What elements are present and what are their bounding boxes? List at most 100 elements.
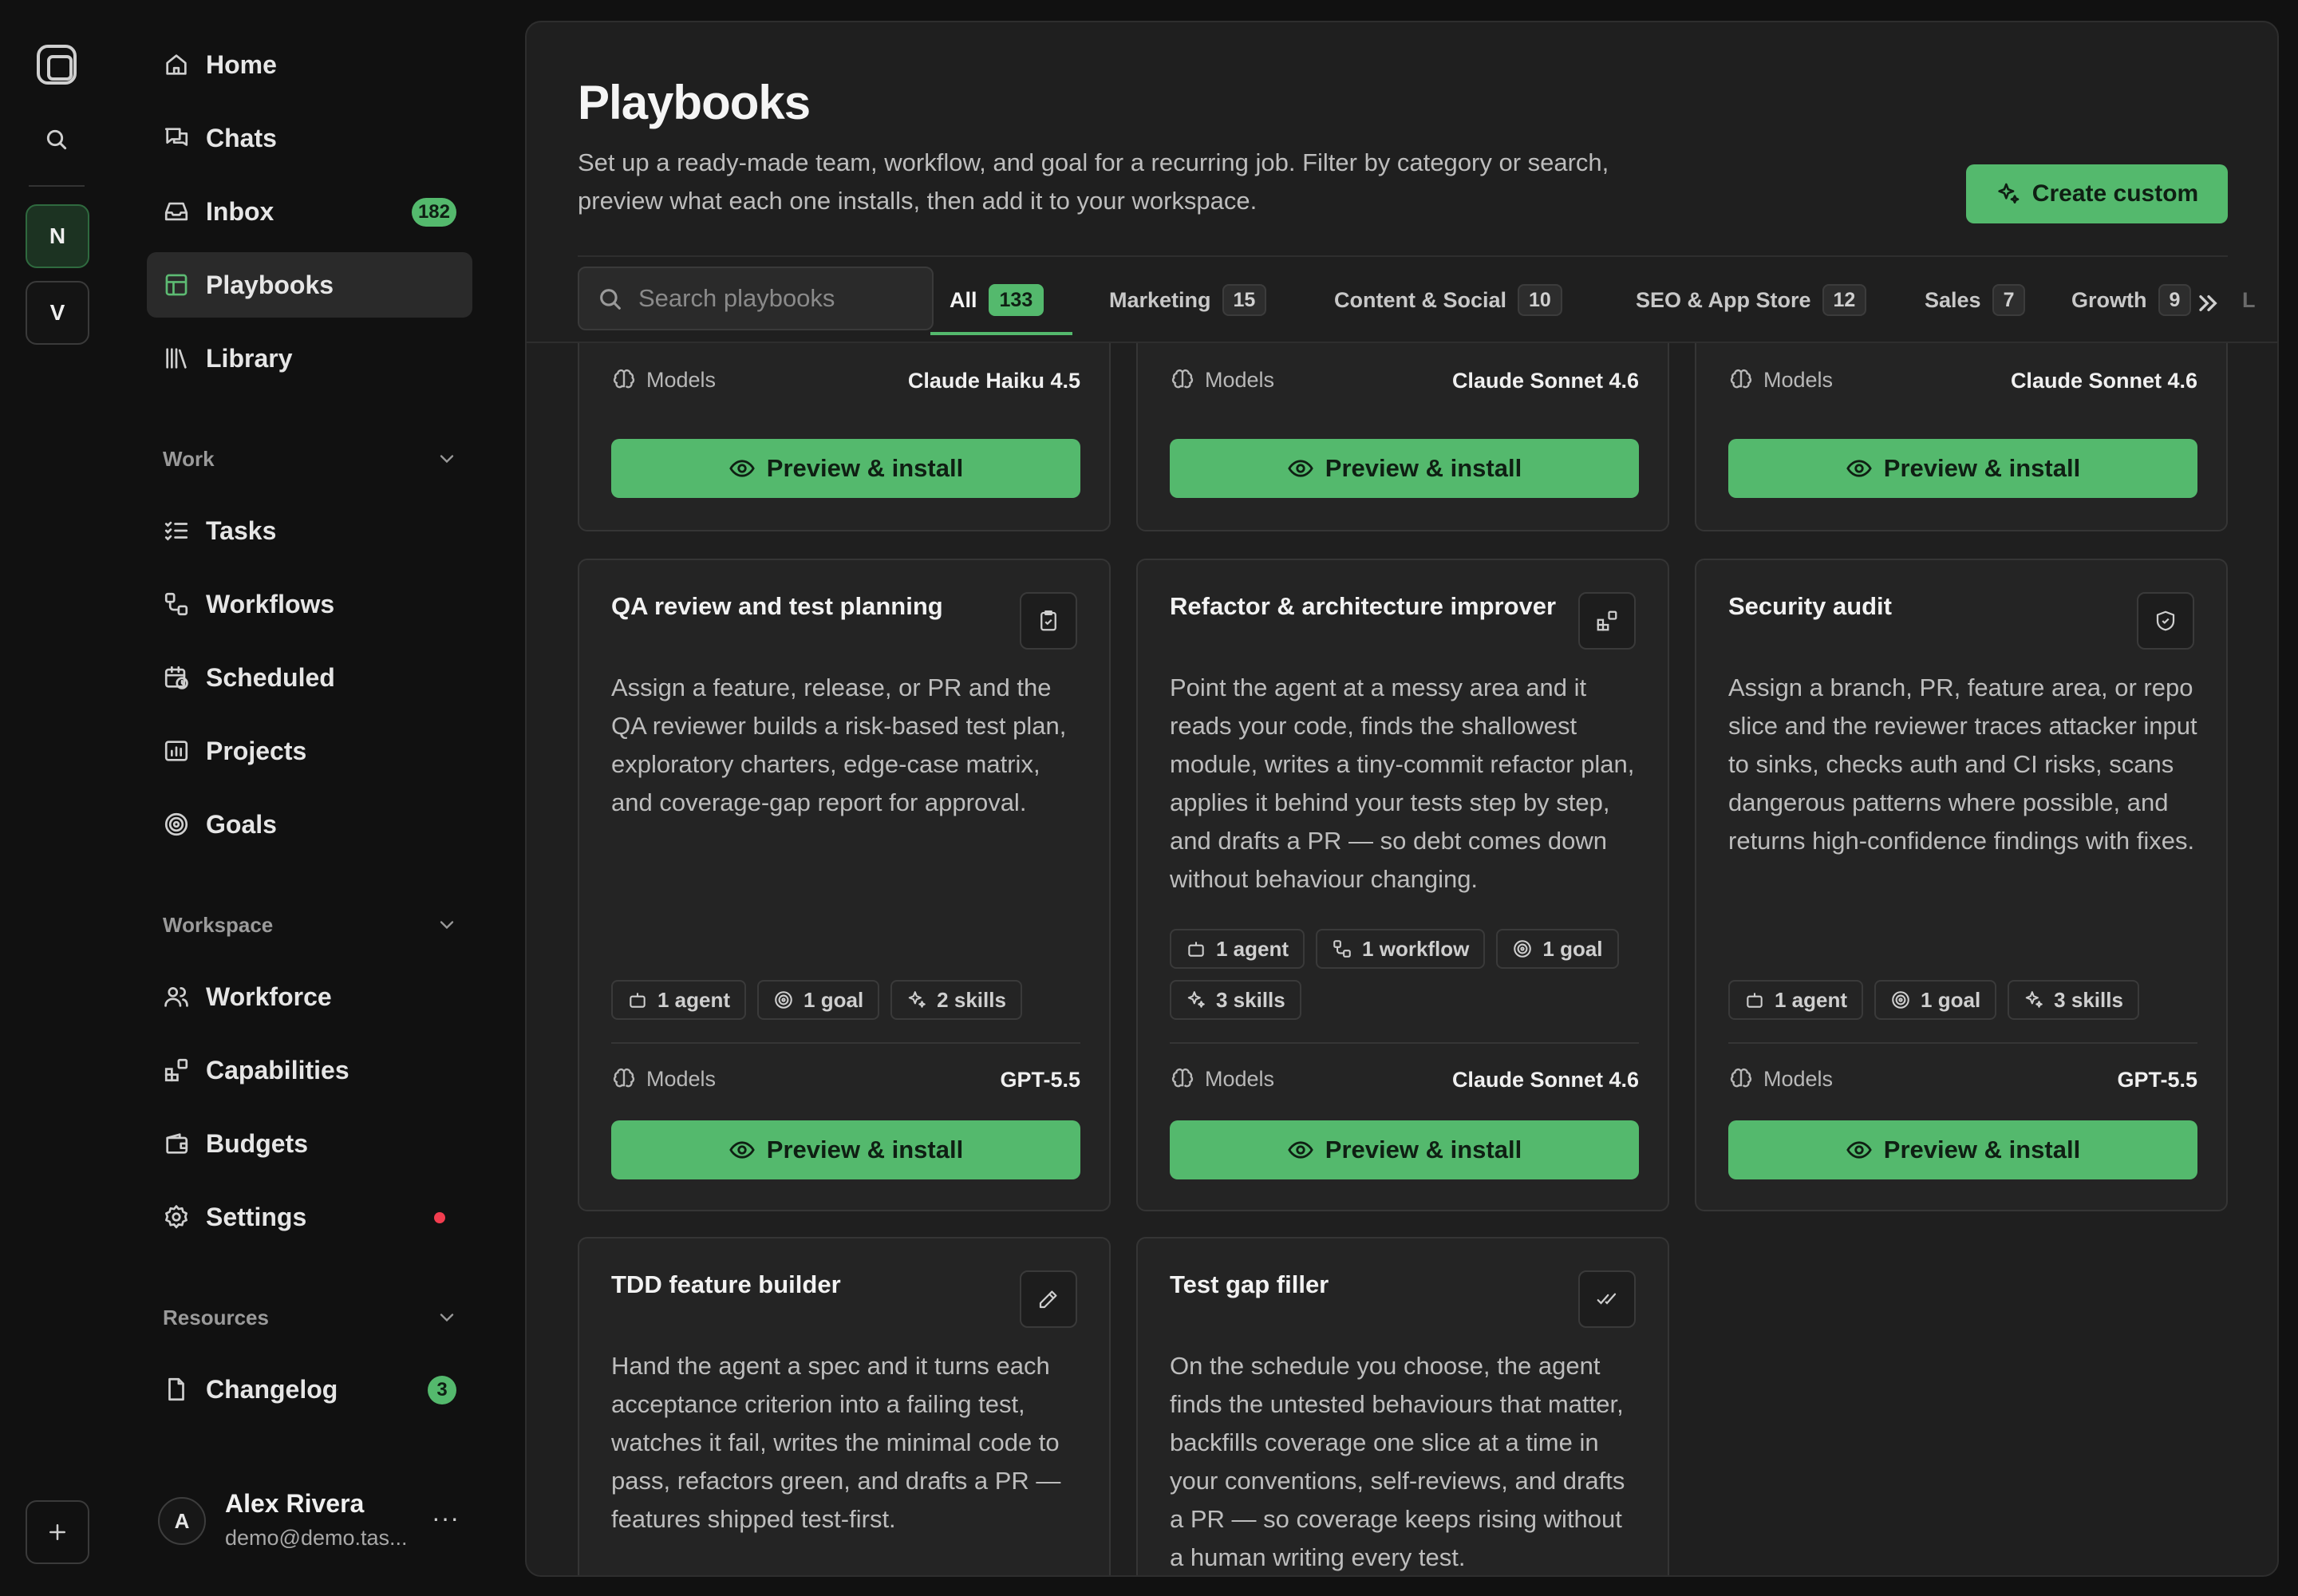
sparkles-icon	[908, 991, 926, 1008]
user-profile[interactable]: A Alex Rivera demo@demo.tas... ···	[147, 1484, 472, 1558]
card-description: On the schedule you choose, the agent fi…	[1170, 1352, 1625, 1571]
section-header-label: Work	[163, 446, 215, 471]
preview-install-label: Preview & install	[1325, 1136, 1522, 1163]
preview-install-button[interactable]: Preview & install	[611, 1120, 1080, 1179]
main-panel: Playbooks Set up a ready-made team, work…	[525, 21, 2279, 1577]
sidebar-item-settings[interactable]: Settings	[147, 1184, 472, 1250]
section-header-label: Resources	[163, 1305, 269, 1329]
workspace-rail: N V	[0, 0, 115, 1596]
playbook-grid: Models Claude Haiku 4.5 Preview & instal…	[527, 343, 2277, 1575]
inbox-count-badge: 182	[411, 198, 456, 227]
sidebar-item-label: Workforce	[206, 982, 332, 1011]
search-box[interactable]	[578, 267, 934, 330]
brain-icon	[1171, 369, 1194, 389]
tab-overflow-partial[interactable]: L	[2242, 267, 2256, 334]
sidebar: Home Chats Inbox 182 Playbooks Library W…	[147, 0, 472, 1596]
sidebar-item-workforce[interactable]: Workforce	[147, 964, 472, 1029]
models-row: Models GPT-5.5	[1728, 1065, 2197, 1096]
add-workspace-button[interactable]	[26, 1500, 89, 1564]
tab-label: Content & Social	[1334, 287, 1507, 312]
scroll-tabs-right-icon[interactable]	[2193, 287, 2225, 319]
sidebar-item-changelog[interactable]: Changelog 3	[147, 1357, 472, 1422]
sidebar-item-projects[interactable]: Projects	[147, 718, 472, 784]
models-label-text: Models	[1205, 367, 1275, 392]
sidebar-item-playbooks[interactable]: Playbooks	[147, 252, 472, 318]
sidebar-item-budgets[interactable]: Budgets	[147, 1111, 472, 1176]
tab-growth[interactable]: Growth 9	[2071, 267, 2192, 334]
card-divider	[1170, 1042, 1639, 1044]
sidebar-item-label: Playbooks	[206, 270, 334, 299]
workspace-switch-n[interactable]: N	[26, 204, 89, 268]
sidebar-item-home[interactable]: Home	[147, 32, 472, 97]
sidebar-item-scheduled[interactable]: Scheduled	[147, 645, 472, 710]
sidebar-item-label: Home	[206, 49, 277, 79]
workspace-switch-v[interactable]: V	[26, 281, 89, 345]
home-icon	[163, 51, 190, 78]
card-title: TDD feature builder	[611, 1270, 841, 1298]
tab-count: 15	[1222, 284, 1267, 316]
calendar-clock-icon	[163, 664, 190, 691]
chevron-down-icon	[436, 1306, 458, 1329]
playbook-card-qa-review: QA review and test planning Assign a fea…	[578, 559, 1111, 1211]
brain-icon	[1171, 1068, 1194, 1088]
search-icon[interactable]	[44, 127, 69, 152]
models-label: Models	[611, 367, 716, 393]
chip-agents: 1 agent	[611, 980, 747, 1020]
eye-icon	[729, 1141, 755, 1159]
sidebar-item-capabilities[interactable]: Capabilities	[147, 1037, 472, 1103]
chip-label: 1 agent	[657, 987, 731, 1012]
tab-seo-app-store[interactable]: SEO & App Store 12	[1636, 267, 1867, 334]
section-header-resources[interactable]: Resources	[163, 1302, 458, 1333]
eye-icon	[1288, 460, 1313, 477]
wallet-icon	[163, 1130, 190, 1157]
models-row: Models GPT-5.5	[611, 1065, 1080, 1096]
models-row: Models Claude Haiku 4.5	[611, 365, 1080, 397]
tab-marketing[interactable]: Marketing 15	[1109, 267, 1267, 334]
tab-label: All	[950, 287, 977, 312]
playbook-card: Models Claude Sonnet 4.6 Preview & insta…	[1136, 343, 1669, 531]
preview-install-button[interactable]: Preview & install	[1170, 1120, 1639, 1179]
section-header-workspace[interactable]: Workspace	[163, 909, 458, 941]
tab-all[interactable]: All 133	[930, 267, 1073, 335]
tab-count: 133	[988, 284, 1044, 316]
sidebar-item-workflows[interactable]: Workflows	[147, 571, 472, 637]
models-row: Models Claude Sonnet 4.6	[1170, 1065, 1639, 1096]
chip-goals: 1 goal	[1496, 929, 1619, 969]
preview-install-button[interactable]: Preview & install	[1170, 439, 1639, 498]
sidebar-item-label: Chats	[206, 123, 277, 152]
tab-sales[interactable]: Sales 7	[1925, 267, 2026, 334]
brain-icon	[613, 369, 635, 389]
target-icon	[163, 811, 190, 838]
sidebar-item-label: Scheduled	[206, 662, 335, 692]
app-logo-icon[interactable]	[37, 45, 77, 85]
tab-content-social[interactable]: Content & Social 10	[1334, 267, 1562, 334]
sidebar-item-goals[interactable]: Goals	[147, 792, 472, 857]
models-label-text: Models	[646, 367, 717, 392]
more-options-icon[interactable]: ···	[432, 1503, 460, 1533]
sidebar-item-tasks[interactable]: Tasks	[147, 498, 472, 563]
sidebar-item-label: Capabilities	[206, 1055, 349, 1084]
chip-skills: 3 skills	[1170, 980, 1301, 1020]
preview-install-button[interactable]: Preview & install	[611, 439, 1080, 498]
eye-icon	[1288, 1141, 1313, 1159]
model-name: Claude Sonnet 4.6	[1451, 1068, 1639, 1092]
section-header-label: Workspace	[163, 912, 274, 937]
create-custom-button[interactable]: Create custom	[1966, 164, 2228, 223]
sidebar-item-chats[interactable]: Chats	[147, 105, 472, 171]
section-header-work[interactable]: Work	[163, 443, 458, 475]
task-list-icon	[163, 517, 190, 544]
preview-install-button[interactable]: Preview & install	[1728, 439, 2197, 498]
workflow-icon	[1333, 940, 1351, 958]
sidebar-item-label: Library	[206, 343, 293, 373]
preview-install-button[interactable]: Preview & install	[1728, 1120, 2197, 1179]
sidebar-item-library[interactable]: Library	[147, 326, 472, 391]
preview-install-label: Preview & install	[766, 454, 964, 482]
search-input[interactable]	[638, 268, 918, 329]
chip-skills: 2 skills	[890, 980, 1022, 1020]
chip-workflows: 1 workflow	[1316, 929, 1486, 969]
card-chips: 1 agent 1 goal 2 skills	[611, 980, 1022, 1020]
sidebar-item-inbox[interactable]: Inbox 182	[147, 179, 472, 244]
chip-label: 1 agent	[1216, 936, 1289, 961]
chip-goals: 1 goal	[757, 980, 880, 1020]
playbook-card: Models Claude Sonnet 4.6 Preview & insta…	[1695, 343, 2228, 531]
